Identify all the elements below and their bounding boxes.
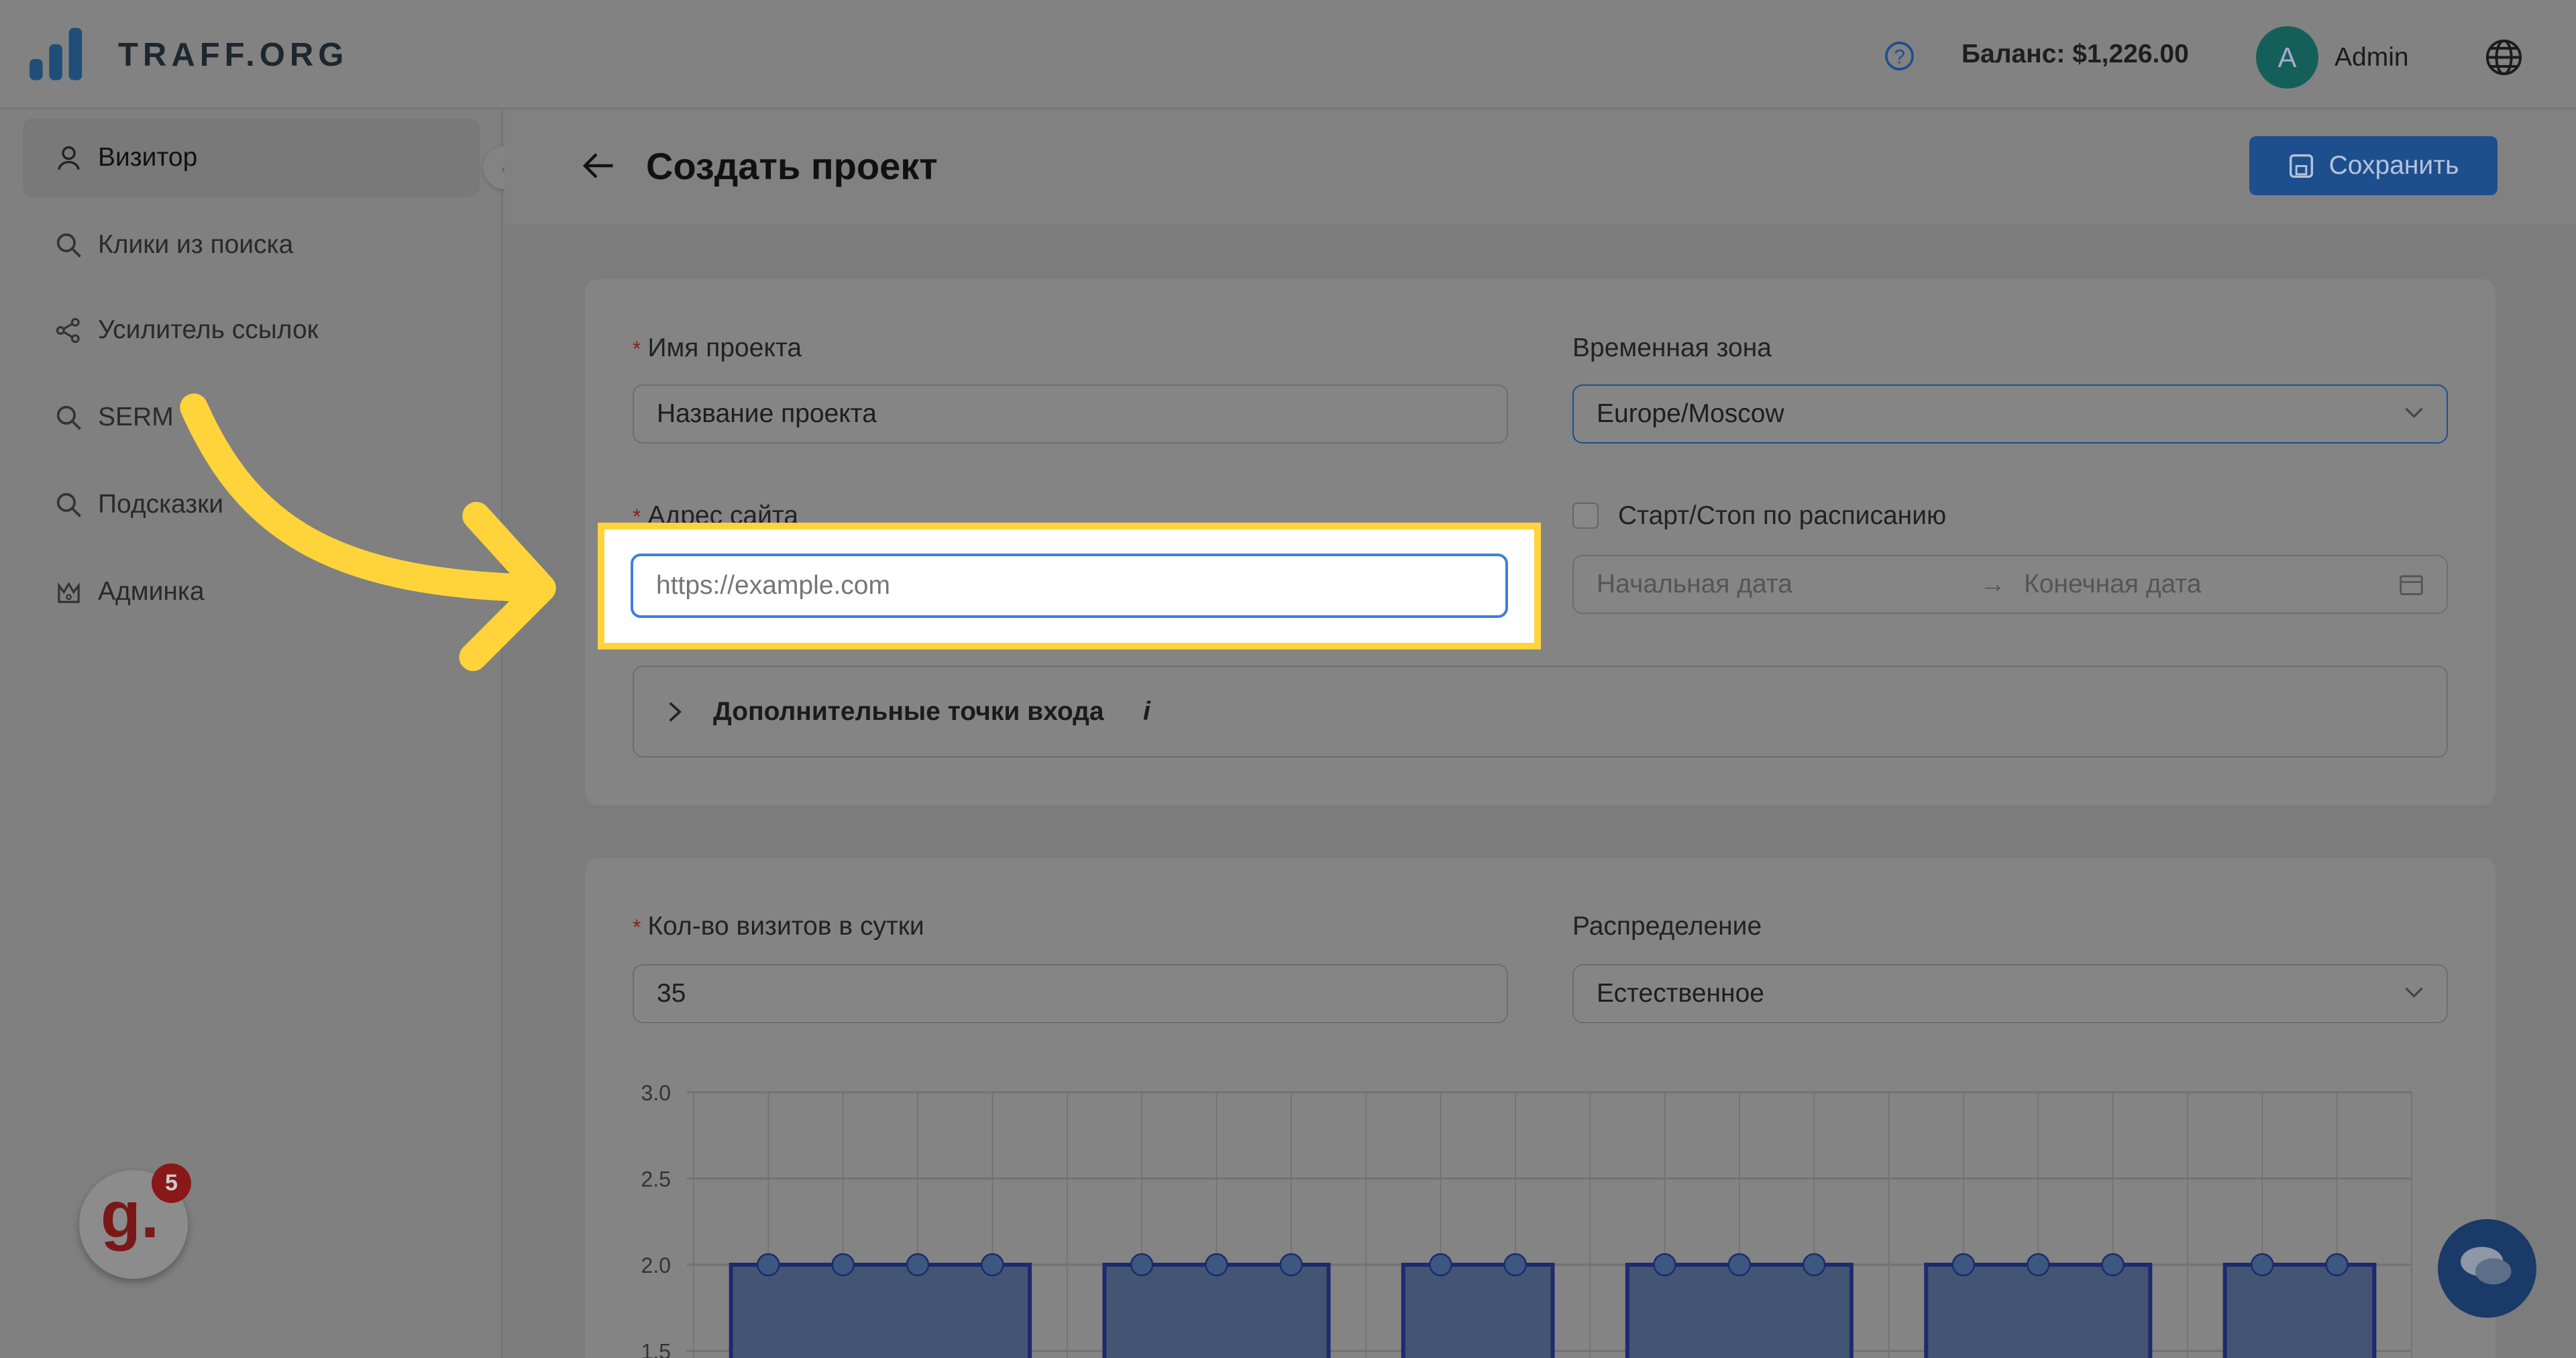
- save-label: Сохранить: [2328, 151, 2459, 180]
- y-tick-label: 1.5: [641, 1340, 671, 1358]
- data-point: [1279, 1253, 1303, 1277]
- chevron-down-icon: [2405, 407, 2423, 419]
- sidebar-item-visitor[interactable]: Визитор: [23, 118, 480, 197]
- header: TRAFF.ORG ? Баланс: $1,226.00 A Admin: [0, 0, 2576, 109]
- data-point: [981, 1253, 1004, 1277]
- user-name[interactable]: Admin: [2334, 43, 2409, 72]
- data-point: [1802, 1253, 1826, 1277]
- save-button[interactable]: Сохранить: [2249, 136, 2498, 195]
- sidebar-item-label: SERM: [98, 403, 174, 431]
- end-date-input[interactable]: Конечная дата: [2024, 556, 2202, 613]
- range-arrow-icon: →: [1980, 570, 2006, 598]
- data-point: [2101, 1253, 2125, 1277]
- data-point: [2027, 1253, 2050, 1277]
- visits-label: * Кол-во визитов в сутки: [633, 912, 924, 941]
- data-point: [1653, 1253, 1676, 1277]
- timezone-label: Временная зона: [1572, 333, 1772, 362]
- logo-icon: [30, 28, 83, 81]
- crown-icon: [58, 581, 80, 603]
- help-icon[interactable]: ?: [1883, 40, 1916, 72]
- bar: [1102, 1263, 1331, 1358]
- data-point: [1503, 1253, 1527, 1277]
- y-tick-label: 2.5: [641, 1167, 671, 1192]
- visits-chart[interactable]: 3.0 2.5 2.0 1.5: [585, 1071, 2496, 1358]
- bar: [1625, 1263, 1854, 1358]
- data-point: [831, 1253, 855, 1277]
- data-point: [1429, 1253, 1452, 1277]
- sidebar-item-label: Усилитель ссылок: [98, 315, 319, 344]
- page-title: Создать проект: [646, 145, 938, 187]
- chat-button[interactable]: [2438, 1219, 2536, 1318]
- site-url-input[interactable]: [631, 554, 1508, 618]
- g-widget-button[interactable]: g. 5: [79, 1163, 191, 1279]
- share-icon: [56, 317, 80, 343]
- data-point: [1727, 1253, 1752, 1277]
- calendar-icon: [2400, 575, 2423, 596]
- user-icon: [58, 146, 80, 170]
- globe-icon[interactable]: [2484, 38, 2524, 77]
- date-range-picker[interactable]: Начальная дата → Конечная дата: [1572, 555, 2448, 614]
- chevron-down-icon: [2405, 987, 2423, 998]
- project-name-input[interactable]: Название проекта: [633, 384, 1508, 443]
- data-point: [2325, 1253, 2349, 1277]
- start-date-input[interactable]: Начальная дата: [1597, 570, 1792, 598]
- search-icon: [56, 492, 81, 517]
- avatar[interactable]: A: [2256, 26, 2318, 89]
- data-point: [2251, 1253, 2274, 1277]
- balance: Баланс: $1,226.00: [1962, 40, 2189, 68]
- notification-badge: 5: [152, 1163, 191, 1203]
- data-point: [906, 1253, 930, 1277]
- timezone-value: Europe/Moscow: [1597, 399, 1784, 428]
- visits-input[interactable]: 35: [633, 964, 1508, 1023]
- bar: [2222, 1263, 2377, 1358]
- info-icon[interactable]: i: [1143, 697, 1150, 727]
- sidebar-item-search-clicks[interactable]: Клики из поиска: [23, 205, 480, 284]
- title-bar: Создать проект Сохранить: [504, 110, 2576, 225]
- sidebar: Визитор Клики из поиска Усилитель ссылок…: [0, 110, 502, 1358]
- y-tick-label: 3.0: [641, 1081, 671, 1105]
- data-point: [1130, 1253, 1154, 1277]
- back-arrow-icon[interactable]: [582, 151, 614, 180]
- search-icon: [56, 233, 81, 258]
- schedule-label: Старт/Стоп по расписанию: [1618, 501, 1947, 530]
- g-widget-logo: g.: [101, 1178, 160, 1251]
- extra-entry-points-label: Дополнительные точки входа: [713, 697, 1104, 726]
- sidebar-item-link-booster[interactable]: Усилитель ссылок: [23, 291, 480, 370]
- visits-card: * Кол-во визитов в сутки 35 Распределение…: [585, 857, 2496, 1358]
- distribution-label: Распределение: [1572, 912, 1762, 941]
- project-name-label: * Имя проекта: [633, 333, 802, 362]
- data-point: [1205, 1253, 1228, 1277]
- data-point: [1951, 1253, 1976, 1277]
- y-tick-label: 2.0: [641, 1253, 671, 1277]
- data-point: [757, 1253, 780, 1277]
- timezone-select[interactable]: Europe/Moscow: [1572, 384, 2448, 443]
- bar: [729, 1263, 1032, 1358]
- logo-text: TRAFF.ORG: [118, 37, 349, 73]
- bar: [1401, 1263, 1555, 1358]
- distribution-select[interactable]: Естественное: [1572, 964, 2448, 1023]
- search-icon: [56, 405, 81, 430]
- sidebar-item-label: Клики из поиска: [98, 230, 294, 259]
- chat-icon: [2461, 1247, 2512, 1285]
- sidebar-item-label: Визитор: [98, 143, 198, 172]
- extra-entry-points-collapse[interactable]: Дополнительные точки входа i: [633, 666, 2448, 758]
- schedule-checkbox[interactable]: [1572, 503, 1599, 529]
- bar: [1924, 1263, 2153, 1358]
- chevron-right-icon: [669, 702, 682, 722]
- pointer-arrow-icon: [180, 393, 556, 672]
- svg-text:?: ?: [1894, 46, 1904, 68]
- distribution-value: Естественное: [1597, 979, 1764, 1008]
- save-icon: [2289, 154, 2313, 178]
